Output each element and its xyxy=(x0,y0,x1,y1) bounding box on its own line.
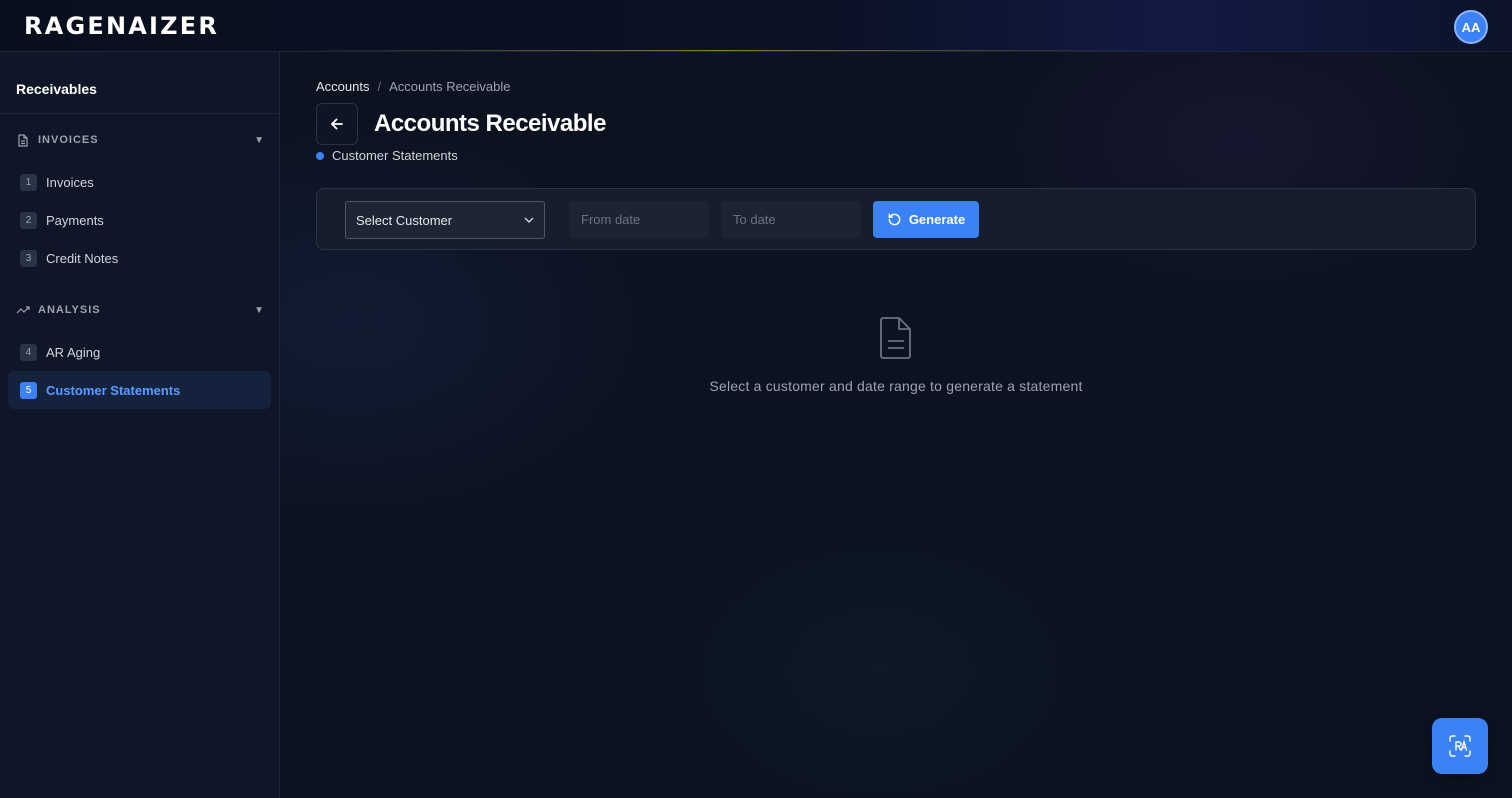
chevron-down-icon xyxy=(524,217,534,223)
document-icon xyxy=(16,133,30,147)
sidebar-item-label: Credit Notes xyxy=(46,250,119,266)
sidebar-item-payments[interactable]: 2 Payments xyxy=(8,201,271,239)
assistant-fab-button[interactable] xyxy=(1432,718,1488,774)
file-text-icon xyxy=(876,316,916,360)
sidebar-item-customer-statements[interactable]: 5 Customer Statements xyxy=(8,371,271,409)
page-title: Accounts Receivable xyxy=(374,110,606,137)
trend-up-icon xyxy=(16,303,30,317)
status-dot xyxy=(316,151,324,160)
ai-assistant-icon xyxy=(1447,733,1473,759)
breadcrumb: Accounts / Accounts Receivable xyxy=(316,79,511,94)
breadcrumb-link-accounts[interactable]: Accounts xyxy=(316,79,369,94)
caret-down-icon[interactable]: ▼ xyxy=(254,305,264,316)
back-button[interactable] xyxy=(316,103,358,145)
arrow-left-icon xyxy=(329,116,345,132)
generate-label: Generate xyxy=(908,212,966,227)
filter-bar: Select Customer Generate xyxy=(316,188,1476,250)
item-number: 3 xyxy=(20,249,37,267)
breadcrumb-separator: / xyxy=(377,79,382,94)
sidebar-item-ar-aging[interactable]: 4 AR Aging xyxy=(8,333,271,371)
item-number: 1 xyxy=(20,173,37,191)
sidebar-item-label: AR Aging xyxy=(46,344,101,360)
subtitle-text: Customer Statements xyxy=(332,148,458,163)
section-header-analysis[interactable]: ANALYSIS ▼ xyxy=(16,300,264,320)
sidebar-item-label: Payments xyxy=(46,212,104,228)
generate-button[interactable]: Generate xyxy=(873,201,979,238)
sidebar-title: Receivables xyxy=(16,81,97,97)
sidebar-item-credit-notes[interactable]: 3 Credit Notes xyxy=(8,239,271,277)
app-logo[interactable]: RAGENAIZER xyxy=(24,11,219,41)
user-avatar[interactable]: AA xyxy=(1454,10,1488,44)
sidebar-item-invoices[interactable]: 1 Invoices xyxy=(8,163,271,201)
section-label: INVOICES xyxy=(38,134,99,146)
sidebar-divider xyxy=(0,113,279,114)
section-label: ANALYSIS xyxy=(38,304,101,316)
customer-select[interactable]: Select Customer xyxy=(345,201,545,239)
main-content: Accounts / Accounts Receivable Accounts … xyxy=(280,52,1512,798)
item-number: 2 xyxy=(20,211,37,229)
refresh-icon xyxy=(887,212,902,227)
item-number: 4 xyxy=(20,343,37,361)
from-date-input[interactable] xyxy=(569,201,709,238)
breadcrumb-current: Accounts Receivable xyxy=(389,79,511,94)
item-number: 5 xyxy=(20,381,37,399)
empty-state-message: Select a customer and date range to gene… xyxy=(709,378,1083,394)
top-bar: RAGENAIZER AA xyxy=(0,0,1512,52)
page-subtitle: Customer Statements xyxy=(316,148,458,163)
caret-down-icon[interactable]: ▼ xyxy=(254,135,264,146)
sidebar: Receivables INVOICES ▼ 1 Invoices 2 Paym… xyxy=(0,52,280,798)
section-header-invoices[interactable]: INVOICES ▼ xyxy=(16,130,264,150)
sidebar-item-label: Customer Statements xyxy=(46,382,181,398)
customer-select-value: Select Customer xyxy=(356,212,453,228)
header-glow-line xyxy=(280,50,1160,51)
to-date-input[interactable] xyxy=(721,201,861,238)
sidebar-item-label: Invoices xyxy=(46,174,94,190)
